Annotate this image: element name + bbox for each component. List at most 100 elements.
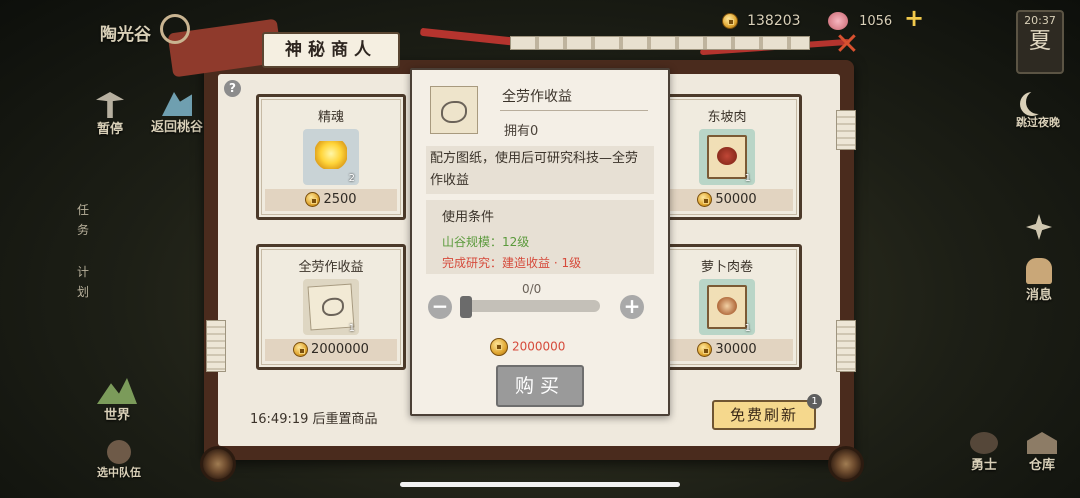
cloth-binding xyxy=(836,110,856,150)
cloth-binding xyxy=(206,320,226,372)
coin-amount: 138203 xyxy=(747,13,801,29)
condition-unmet: 完成研究：建造收益 · 1级 xyxy=(442,256,582,270)
location-name: 陶光谷 xyxy=(100,25,151,45)
detail-title: 全劳作收益 xyxy=(502,89,572,105)
shop-title: 神秘商人 xyxy=(262,32,400,68)
pause-button[interactable]: 暂停 xyxy=(92,92,128,137)
skip-night-button[interactable]: 跳过夜晚 xyxy=(1010,90,1066,130)
cart-wheel-left-icon xyxy=(200,446,236,482)
hero-label: 勇士 xyxy=(970,458,997,473)
coin-icon xyxy=(697,342,713,357)
use-conditions: 使用条件 山谷规模：12级 完成研究：建造收益 · 1级 xyxy=(426,200,654,274)
item-image: 1 xyxy=(303,279,359,335)
quantity-slider[interactable] xyxy=(462,300,600,312)
cart-wheel-icon xyxy=(160,14,190,44)
select-team-label: 选中队伍 xyxy=(97,466,141,479)
increase-button[interactable]: + xyxy=(620,295,644,319)
item-name: 全劳作收益 xyxy=(298,260,364,275)
item-name: 萝卜肉卷 xyxy=(700,260,753,275)
quantity-readout: 0/0 xyxy=(522,282,542,296)
season-clock[interactable]: 20:37 夏 xyxy=(1016,10,1064,74)
cloth-binding xyxy=(836,320,856,372)
cloth-wrap xyxy=(510,36,810,50)
coin-icon xyxy=(697,192,713,207)
message-label: 消息 xyxy=(1025,288,1052,303)
item-name: 东坡肉 xyxy=(707,110,747,125)
coin-icon xyxy=(722,12,738,29)
item-price: 2500 xyxy=(265,189,397,211)
slider-handle[interactable] xyxy=(460,296,472,318)
item-price-value: 30000 xyxy=(715,342,757,357)
home-indicator[interactable] xyxy=(400,482,680,487)
add-gems-button[interactable]: + xyxy=(904,6,924,30)
shop-item-card[interactable]: 萝卜肉卷 1 30000 xyxy=(652,244,802,370)
shop-item-card[interactable]: 东坡肉 1 50000 xyxy=(652,94,802,220)
blueprint-scroll-icon xyxy=(307,283,355,331)
help-button[interactable]: ? xyxy=(224,80,241,97)
hero-icon xyxy=(970,432,998,454)
coin-icon xyxy=(293,342,309,357)
free-refresh-button[interactable]: 免费刷新 xyxy=(712,400,816,430)
buy-button[interactable]: 购买 xyxy=(496,365,584,407)
item-qty: 1 xyxy=(744,323,751,334)
skip-night-label: 跳过夜晚 xyxy=(1016,116,1060,129)
pause-label: 暂停 xyxy=(96,122,123,137)
item-name: 精魂 xyxy=(317,110,344,125)
coin-icon xyxy=(490,338,508,356)
item-price: 30000 xyxy=(661,339,793,361)
world-icon xyxy=(97,378,137,404)
world-label: 世界 xyxy=(103,408,130,423)
storage-button[interactable]: 仓库 xyxy=(1020,432,1064,473)
item-qty: 1 xyxy=(348,323,355,334)
blueprint-scroll-icon xyxy=(430,86,478,134)
owned-count: 拥有0 xyxy=(504,124,539,139)
item-price-value: 2000000 xyxy=(311,342,369,357)
item-qty: 2 xyxy=(348,173,355,184)
tasks-tab[interactable]: 任务 xyxy=(76,200,90,240)
return-button[interactable]: 返回桃谷 xyxy=(146,92,208,135)
item-image: 1 xyxy=(699,129,755,185)
refresh-count-badge: 1 xyxy=(807,394,822,409)
item-price-value: 2500 xyxy=(323,192,357,207)
item-price: 50000 xyxy=(661,189,793,211)
item-qty: 1 xyxy=(744,173,751,184)
coin-icon xyxy=(305,192,321,207)
return-icon xyxy=(162,92,192,116)
storage-label: 仓库 xyxy=(1028,458,1055,473)
select-team-button[interactable]: 选中队伍 xyxy=(88,440,150,480)
recipe-book-icon xyxy=(707,285,747,329)
pause-icon xyxy=(96,92,124,118)
total-price-value: 2000000 xyxy=(512,339,566,354)
return-label: 返回桃谷 xyxy=(150,120,203,135)
storage-icon xyxy=(1027,432,1057,454)
item-price: 2000000 xyxy=(265,339,397,361)
message-button[interactable]: 消息 xyxy=(1014,258,1064,303)
bell-icon xyxy=(1026,258,1052,284)
season-label: 夏 xyxy=(1028,29,1051,54)
coin-counter: 138203 xyxy=(722,10,801,29)
leaf-icon[interactable] xyxy=(1026,214,1052,240)
item-image: 2 xyxy=(303,129,359,185)
close-button[interactable]: ✕ xyxy=(832,30,862,60)
plan-tab[interactable]: 计划 xyxy=(76,262,90,302)
gem-amount: 1056 xyxy=(859,14,893,29)
clock-time: 20:37 xyxy=(1024,14,1056,27)
conditions-header: 使用条件 xyxy=(442,210,495,225)
recipe-book-icon xyxy=(707,135,747,179)
spirit-icon xyxy=(315,141,347,169)
detail-description: 配方图纸，使用后可研究科技—全劳作收益 xyxy=(426,146,654,194)
shop-item-card[interactable]: 精魂 2 2500 xyxy=(256,94,406,220)
reset-countdown: 16:49:19 后重置商品 xyxy=(250,412,378,427)
world-button[interactable]: 世界 xyxy=(94,378,140,423)
cart-wheel-right-icon xyxy=(828,446,864,482)
decrease-button[interactable]: − xyxy=(428,295,452,319)
total-price: 2000000 xyxy=(490,338,565,356)
team-icon xyxy=(107,440,131,464)
divider xyxy=(500,110,648,111)
hero-button[interactable]: 勇士 xyxy=(962,432,1006,473)
item-price-value: 50000 xyxy=(715,192,757,207)
moon-icon xyxy=(1026,90,1050,114)
shop-item-card[interactable]: 全劳作收益 1 2000000 xyxy=(256,244,406,370)
condition-met: 山谷规模：12级 xyxy=(442,235,530,249)
item-image: 1 xyxy=(699,279,755,335)
